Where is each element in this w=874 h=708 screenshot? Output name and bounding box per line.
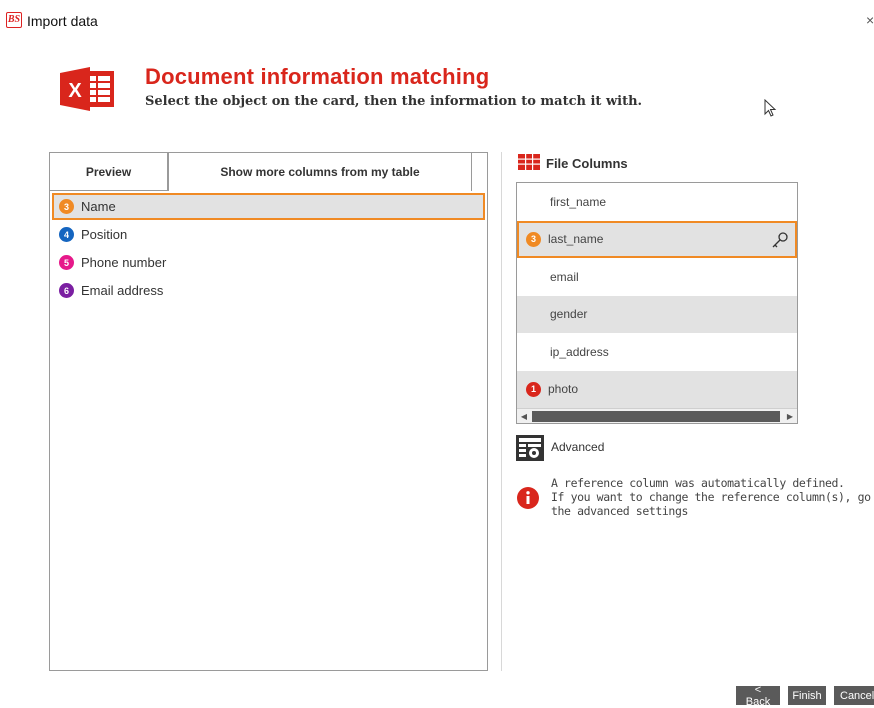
file-column-label: email — [550, 269, 579, 284]
field-label: Email address — [81, 283, 164, 298]
fields-panel: Preview Show more columns from my table … — [49, 152, 488, 671]
panel-divider — [501, 152, 502, 671]
file-column-label: last_name — [548, 232, 604, 246]
excel-icon: X — [60, 67, 114, 111]
file-column-row[interactable]: email — [517, 258, 797, 295]
file-column-row[interactable]: first_name — [517, 183, 797, 220]
page-title: Document information matching — [145, 64, 490, 89]
info-message: A reference column was automatically def… — [551, 476, 874, 518]
info-line: A reference column was automatically def… — [551, 476, 845, 490]
field-number-badge: 5 — [59, 255, 74, 270]
horizontal-scrollbar[interactable]: ◀ ▶ — [517, 408, 797, 423]
info-line: the advanced settings — [551, 504, 688, 518]
finish-button[interactable]: Finish — [788, 686, 826, 705]
scroll-left-arrow-icon[interactable]: ◀ — [517, 409, 531, 423]
field-list: 3 Name 4 Position 5 Phone number 6 Email addres… — [52, 193, 485, 305]
field-number-badge: 6 — [59, 283, 74, 298]
mouse-cursor-icon — [764, 99, 777, 117]
close-icon[interactable]: × — [866, 12, 874, 28]
scroll-right-arrow-icon[interactable]: ▶ — [783, 409, 797, 423]
advanced-settings-icon[interactable] — [516, 435, 544, 461]
file-column-label: ip_address — [550, 344, 609, 359]
title-bar: BS Import data × — [0, 0, 874, 44]
info-line: If you want to change the reference colu… — [551, 490, 874, 504]
app-logo-icon: BS — [6, 12, 22, 28]
file-columns-icon — [518, 154, 540, 170]
field-label: Name — [81, 199, 116, 214]
field-item[interactable]: 4 Position — [52, 221, 485, 248]
advanced-link[interactable]: Advanced — [551, 440, 604, 454]
file-column-row[interactable]: gender — [517, 295, 797, 333]
svg-text:X: X — [68, 80, 82, 102]
file-column-label: first_name — [550, 194, 607, 209]
tab-preview[interactable]: Preview — [49, 152, 168, 191]
scroll-thumb[interactable] — [532, 411, 780, 422]
cancel-button[interactable]: Cancel — [834, 686, 874, 705]
file-column-label: photo — [548, 382, 579, 396]
window-title: Import data — [27, 13, 98, 29]
info-icon — [517, 487, 539, 509]
field-number-badge: 4 — [59, 227, 74, 242]
field-item[interactable]: 3 Name — [52, 193, 485, 220]
back-button[interactable]: < Back — [736, 684, 780, 708]
column-number-badge: 1 — [526, 381, 541, 397]
key-icon — [772, 231, 788, 247]
file-columns-title: File Columns — [546, 156, 628, 171]
field-item[interactable]: 6 Email address — [52, 277, 485, 304]
file-columns-list: first_name 3 last_nameemail gender ip_addres… — [516, 182, 798, 424]
field-label: Position — [81, 227, 128, 242]
file-column-row[interactable]: ip_address — [517, 333, 797, 370]
file-column-row[interactable]: 3 last_name — [517, 220, 797, 258]
file-column-row[interactable]: 1 photo — [517, 370, 797, 408]
page-subtitle: Select the object on the card, then the … — [145, 94, 643, 109]
field-label: Phone number — [81, 255, 167, 270]
column-number-badge: 3 — [526, 231, 541, 247]
field-number-badge: 3 — [59, 199, 74, 214]
tab-show-more-columns[interactable]: Show more columns from my table — [168, 152, 472, 191]
field-item[interactable]: 5 Phone number — [52, 249, 485, 276]
file-column-label: gender — [550, 307, 588, 321]
